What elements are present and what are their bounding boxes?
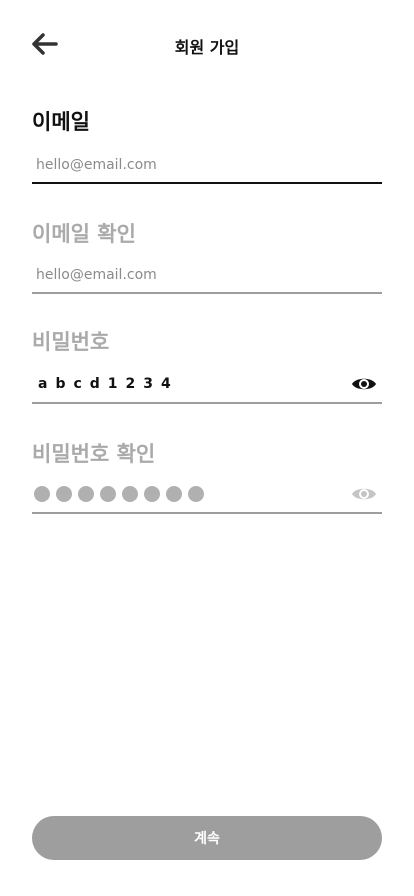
eye-icon — [352, 378, 376, 390]
password-mask-dot — [122, 486, 138, 502]
password-mask-dot — [188, 486, 204, 502]
password-confirm-field[interactable] — [32, 476, 382, 514]
password-confirm-label: 비밀번호 확인 — [32, 442, 156, 466]
page-title: 회원 가입 — [174, 38, 240, 57]
password-label: 비밀번호 — [32, 330, 110, 354]
password-confirm-visibility-toggle[interactable] — [350, 480, 378, 508]
email-confirm-label: 이메일 확인 — [32, 222, 136, 246]
password-visibility-toggle[interactable] — [350, 370, 378, 398]
password-mask-dot — [56, 486, 72, 502]
password-field[interactable]: abcd1234 — [32, 366, 382, 404]
password-mask-dot — [144, 486, 160, 502]
continue-button[interactable]: 계속 — [32, 816, 382, 860]
eye-icon — [352, 488, 376, 500]
password-mask-dot — [78, 486, 94, 502]
email-label: 이메일 — [32, 110, 90, 134]
masked-password-dots — [32, 486, 350, 502]
password-value: abcd1234 — [38, 376, 179, 392]
email-confirm-input[interactable] — [32, 258, 382, 294]
email-input[interactable] — [32, 148, 382, 184]
header: 회원 가입 — [0, 0, 414, 90]
password-mask-dot — [34, 486, 50, 502]
signup-screen: 회원 가입 이메일 이메일 확인 비밀번호 abcd1234 비밀번호 확인 계… — [0, 0, 414, 896]
password-mask-dot — [166, 486, 182, 502]
password-mask-dot — [100, 486, 116, 502]
